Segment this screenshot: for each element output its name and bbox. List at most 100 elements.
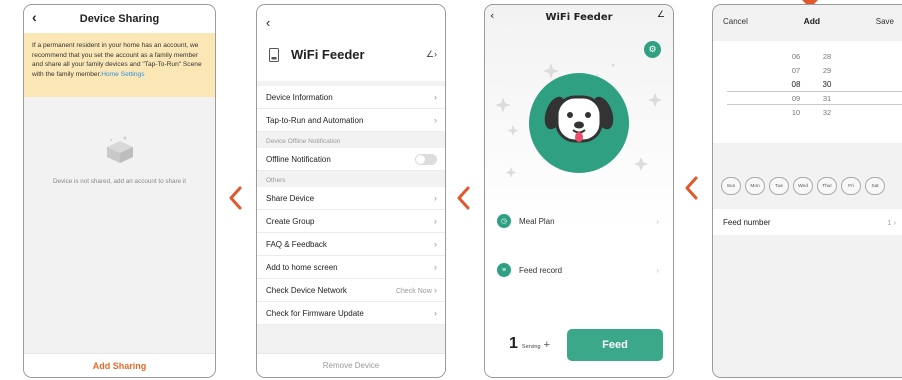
empty-box-icon — [106, 136, 133, 163]
record-list-icon: ≡ — [497, 263, 511, 277]
plus-button[interactable]: + — [544, 339, 550, 351]
offline-section-label: Device Offline Notification — [257, 132, 445, 148]
chevron-right-icon: › — [434, 193, 437, 203]
add-schedule-screen: Cancel Add Save 06 07 08 09 10 28 29 30 … — [712, 4, 902, 378]
day-sat-button[interactable]: Sat — [865, 177, 885, 195]
chevron-right-icon: › — [434, 285, 437, 295]
device-name: WiFi Feeder — [291, 47, 365, 62]
page-title: Device Sharing — [79, 13, 160, 25]
feed-number-item[interactable]: Feed number 1 › — [713, 209, 902, 235]
serving-unit: Serving — [521, 344, 541, 350]
share-device-item[interactable]: Share Device › — [257, 187, 445, 210]
hour-option: 10 — [791, 108, 801, 117]
offline-notification-toggle[interactable] — [415, 153, 437, 165]
day-tue-button[interactable]: Tue — [769, 177, 789, 195]
header: ‹ Device Sharing — [24, 5, 215, 33]
add-to-home-item[interactable]: Add to home screen › — [257, 256, 445, 279]
empty-state: Device is not shared, add an account to … — [24, 135, 215, 185]
item-label: Create Group — [266, 216, 315, 226]
chevron-right-icon: › — [434, 262, 437, 272]
add-sharing-button[interactable]: Add Sharing — [24, 353, 215, 377]
chevron-right-icon: › — [656, 265, 659, 275]
day-wed-button[interactable]: Wed — [793, 177, 813, 195]
feed-record-item[interactable]: ≡ Feed record › — [497, 263, 659, 277]
edit-name-icon[interactable]: ∠› — [426, 49, 437, 60]
item-label: FAQ & Feedback — [266, 239, 327, 249]
minute-option: 31 — [822, 94, 832, 103]
cancel-button[interactable]: Cancel — [723, 17, 748, 26]
feed-button[interactable]: Feed — [567, 329, 663, 361]
hour-option: 06 — [791, 52, 801, 61]
hour-wheel[interactable]: 06 07 08 09 10 — [781, 41, 811, 120]
meal-plan-item[interactable]: ◷ Meal Plan › — [497, 214, 659, 228]
faq-feedback-item[interactable]: FAQ & Feedback › — [257, 233, 445, 256]
back-icon[interactable]: ‹ — [490, 9, 494, 22]
minute-option: 29 — [822, 66, 832, 75]
feed-number-label: Feed number — [723, 217, 771, 227]
item-label: Offline Notification — [266, 154, 331, 164]
feeder-device-icon — [269, 47, 279, 62]
device-sharing-screen: ‹ Device Sharing If a permanent resident… — [23, 4, 216, 378]
chevron-left-icon — [229, 186, 242, 210]
check-now-text: Check Now — [395, 288, 432, 295]
edit-icon[interactable]: ∠ — [657, 10, 665, 20]
chevron-left-icon — [685, 176, 698, 200]
chevron-left-icon — [457, 186, 470, 210]
header: ‹ WiFi Feeder ∠ — [485, 5, 673, 29]
chevron-right-icon: › — [656, 216, 659, 226]
save-button[interactable]: Save — [876, 17, 894, 26]
feeder-main-screen: ‹ WiFi Feeder ∠ ⚙ ◷ Meal Plan › ≡ Feed r… — [484, 4, 674, 378]
others-section-label: Others — [257, 171, 445, 187]
header: Cancel Add Save — [713, 5, 902, 37]
back-icon[interactable]: ‹ — [266, 15, 270, 30]
minute-option: 32 — [822, 108, 832, 117]
item-label: Check for Firmware Update — [266, 308, 364, 318]
page-title: Add — [803, 16, 821, 26]
item-label: Tap-to-Run and Automation — [266, 115, 364, 125]
item-label: Share Device — [266, 193, 315, 203]
stage: ‹ Device Sharing If a permanent resident… — [0, 0, 902, 380]
time-picker[interactable]: 06 07 08 09 10 28 29 30 31 32 — [713, 41, 902, 143]
chevron-right-icon: › — [434, 216, 437, 226]
day-selector: Sun Mon Tue Wed Thur Fri Sat — [721, 177, 885, 195]
serving-selector: 1 Serving + — [509, 335, 550, 353]
home-settings-link[interactable]: Home Settings — [101, 71, 144, 78]
serving-count: 1 — [509, 335, 518, 352]
day-fri-button[interactable]: Fri — [841, 177, 861, 195]
empty-text: Device is not shared, add an account to … — [52, 178, 186, 185]
hour-option: 07 — [791, 66, 801, 75]
selected-hour: 08 — [791, 80, 801, 89]
chevron-right-icon: › — [434, 239, 437, 249]
selected-minute: 30 — [822, 80, 832, 89]
remove-device-button[interactable]: Remove Device — [257, 353, 445, 377]
item-label: Device Information — [266, 92, 333, 102]
minute-option: 28 — [822, 52, 832, 61]
chevron-right-icon: › — [434, 308, 437, 318]
chevron-right-icon: › — [434, 115, 437, 125]
day-mon-button[interactable]: Mon — [745, 177, 765, 195]
item-label: Meal Plan — [519, 216, 555, 226]
item-label: Add to home screen — [266, 262, 338, 272]
check-network-item[interactable]: Check Device Network Check Now › — [257, 279, 445, 302]
day-thur-button[interactable]: Thur — [817, 177, 837, 195]
page-title: WiFi Feeder — [545, 11, 613, 23]
chevron-right-icon: › — [893, 219, 896, 227]
device-settings-screen: ‹ WiFi Feeder ∠› Device Information › Tap… — [256, 4, 446, 378]
item-label: Check Device Network — [266, 285, 347, 295]
item-label: Feed record — [519, 265, 563, 275]
create-group-item[interactable]: Create Group › — [257, 210, 445, 233]
minute-wheel[interactable]: 28 29 30 31 32 — [812, 41, 842, 120]
hour-option: 09 — [791, 94, 801, 103]
notice-banner: If a permanent resident in your home has… — [24, 33, 215, 97]
firmware-update-item[interactable]: Check for Firmware Update › — [257, 302, 445, 325]
offline-notification-item: Offline Notification — [257, 148, 445, 171]
feed-number-value: 1 — [887, 219, 892, 227]
back-icon[interactable]: ‹ — [32, 9, 37, 25]
clock-icon: ◷ — [497, 214, 511, 228]
device-header: ‹ WiFi Feeder ∠› — [257, 5, 445, 81]
chevron-right-icon: › — [434, 92, 437, 102]
dog-mascot-icon — [529, 73, 629, 173]
device-information-item[interactable]: Device Information › — [257, 86, 445, 109]
tap-to-run-item[interactable]: Tap-to-Run and Automation › — [257, 109, 445, 132]
day-sun-button[interactable]: Sun — [721, 177, 741, 195]
